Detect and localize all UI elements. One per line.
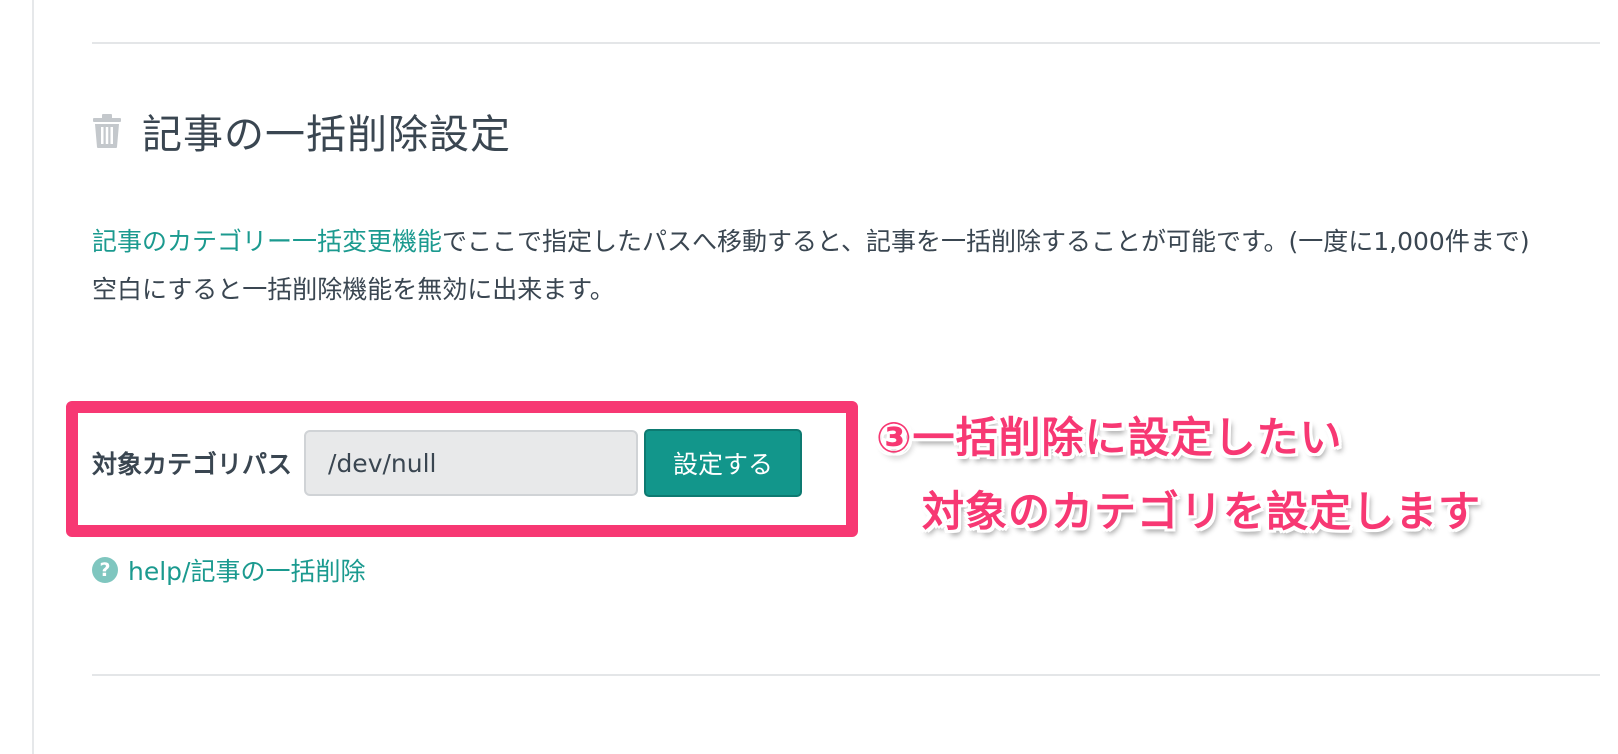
settings-page: 記事の一括削除設定 記事のカテゴリー一括変更機能でここで指定したパスへ移動すると… (0, 0, 1618, 754)
sidebar-border (32, 0, 34, 754)
question-circle-icon: ? (92, 557, 118, 583)
category-path-form: 対象カテゴリパス 設定する (92, 428, 803, 498)
section-title: 記事の一括削除設定 (142, 112, 511, 158)
section-header: 記事の一括削除設定 (92, 104, 511, 158)
annotation-text-line-2: 対象のカテゴリを設定します (922, 487, 1482, 536)
help-link-label: help/記事の一括削除 (128, 557, 366, 586)
description-line-2: 空白にすると一括削除機能を無効に出来ます。 (92, 275, 615, 304)
description-text: でここで指定したパスへ移動すると、記事を一括削除することが可能です。(一度に1,… (442, 227, 1530, 256)
save-setting-button[interactable]: 設定する (644, 429, 803, 497)
category-path-label: 対象カテゴリパス (92, 450, 293, 479)
category-path-input[interactable] (304, 430, 639, 496)
section-divider-bottom (92, 674, 1600, 676)
annotation-text-line-1: ③一括削除に設定したい (876, 413, 1343, 462)
help-link[interactable]: ? help/記事の一括削除 (92, 552, 365, 588)
trash-icon (92, 113, 122, 149)
section-divider-top (92, 42, 1600, 44)
category-bulk-change-link[interactable]: 記事のカテゴリー一括変更機能 (92, 227, 442, 256)
description-line-1: 記事のカテゴリー一括変更機能でここで指定したパスへ移動すると、記事を一括削除する… (92, 218, 1537, 266)
section-description: 記事のカテゴリー一括変更機能でここで指定したパスへ移動すると、記事を一括削除する… (92, 218, 1537, 314)
